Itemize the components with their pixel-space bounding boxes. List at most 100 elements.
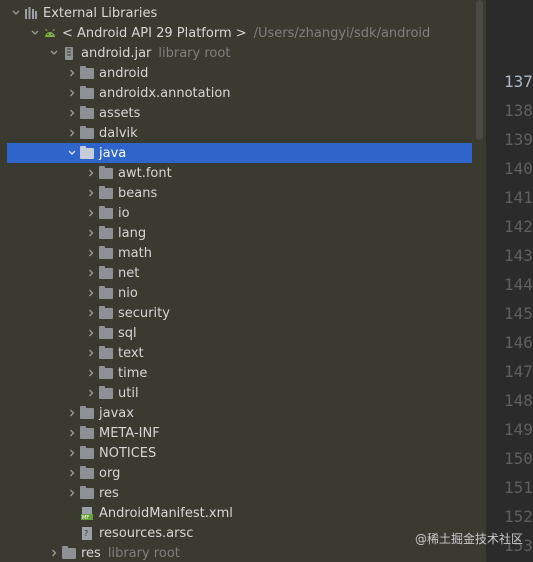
tree-row-label: beans: [118, 185, 158, 201]
line-number: 145: [504, 304, 533, 323]
tree-row-folder-res[interactable]: res: [0, 483, 472, 503]
chevron-right-icon[interactable]: [65, 423, 79, 443]
tree-row-label: res: [99, 485, 119, 501]
chevron-right-icon[interactable]: [65, 403, 79, 423]
tree-row-folder-beans[interactable]: beans: [0, 183, 472, 203]
chevron-right-icon[interactable]: [84, 243, 98, 263]
folder-icon: [98, 365, 114, 381]
line-number: 151: [504, 478, 533, 497]
chevron-right-icon[interactable]: [84, 283, 98, 303]
svg-text:MF: MF: [82, 515, 89, 521]
tree-row-folder-math[interactable]: math: [0, 243, 472, 263]
tree-row-label: NOTICES: [99, 445, 157, 461]
tree-row-folder-java[interactable]: java: [7, 143, 530, 163]
folder-icon: [98, 385, 114, 401]
tree-row-label: android.jar: [81, 45, 152, 61]
chevron-right-icon[interactable]: [65, 123, 79, 143]
chevron-right-icon[interactable]: [65, 443, 79, 463]
tree-row-library-root: library root: [107, 545, 180, 561]
tree-row-android-platform[interactable]: < Android API 29 Platform > /Users/zhang…: [0, 23, 472, 43]
line-number: 147: [504, 362, 533, 381]
folder-icon: [79, 425, 95, 441]
folder-icon: [98, 265, 114, 281]
tree-row-label: assets: [99, 105, 141, 121]
line-number: 152: [504, 507, 533, 526]
chevron-right-icon[interactable]: [47, 543, 61, 562]
tree-row-folder-androidx-annotation[interactable]: androidx.annotation: [0, 83, 472, 103]
chevron-right-icon[interactable]: [84, 203, 98, 223]
tree-row-folder-notices[interactable]: NOTICES: [0, 443, 472, 463]
tree-row-folder-lang[interactable]: lang: [0, 223, 472, 243]
chevron-down-icon[interactable]: [9, 3, 23, 23]
chevron-right-icon[interactable]: [84, 343, 98, 363]
ide-window: External Libraries < Android API 29 Plat…: [0, 0, 533, 562]
folder-icon: [79, 125, 95, 141]
folder-icon: [79, 145, 95, 161]
tree-row-label: android: [99, 65, 149, 81]
tree-row-label: text: [118, 345, 144, 361]
tree-row-label: lang: [118, 225, 147, 241]
tree-row-folder-org[interactable]: org: [0, 463, 472, 483]
tree-row-external-libraries[interactable]: External Libraries: [0, 3, 472, 23]
chevron-right-icon[interactable]: [84, 383, 98, 403]
chevron-right-icon[interactable]: [65, 103, 79, 123]
line-number: 139: [504, 130, 533, 149]
folder-icon: [79, 85, 95, 101]
tree-row-label: META-INF: [99, 425, 160, 441]
tree-row-folder-dalvik[interactable]: dalvik: [0, 123, 472, 143]
folder-icon: [98, 305, 114, 321]
line-number: 146: [504, 333, 533, 352]
chevron-right-icon[interactable]: [84, 303, 98, 323]
tree-row-folder-meta-inf[interactable]: META-INF: [0, 423, 472, 443]
tree-row-folder-assets[interactable]: assets: [0, 103, 472, 123]
tree-row-label: java: [99, 145, 127, 161]
chevron-down-icon[interactable]: [28, 23, 42, 43]
chevron-down-icon[interactable]: [65, 143, 79, 163]
chevron-right-icon[interactable]: [84, 163, 98, 183]
tree-row-folder-io[interactable]: io: [0, 203, 472, 223]
tree-row-folder-text[interactable]: text: [0, 343, 472, 363]
tree-row-label: < Android API 29 Platform >: [62, 25, 247, 41]
tree-row-label: dalvik: [99, 125, 138, 141]
tree-row-file-android-manifest[interactable]: MF AndroidManifest.xml: [0, 503, 472, 523]
tree-row-folder-nio[interactable]: nio: [0, 283, 472, 303]
tree-row-label: math: [118, 245, 152, 261]
tree-row-folder-time[interactable]: time: [0, 363, 472, 383]
tree-row-label: awt.font: [118, 165, 172, 181]
tree-row-label: org: [99, 465, 121, 481]
tree-row-library-root: library root: [158, 45, 231, 61]
chevron-right-icon[interactable]: [84, 263, 98, 283]
chevron-right-icon[interactable]: [65, 483, 79, 503]
chevron-down-icon[interactable]: [47, 43, 61, 63]
tree-row-folder-javax[interactable]: javax: [0, 403, 472, 423]
tree-row-folder-util[interactable]: util: [0, 383, 472, 403]
project-tree-panel: External Libraries < Android API 29 Plat…: [0, 0, 530, 562]
chevron-right-icon[interactable]: [84, 323, 98, 343]
tree-row-folder-awt-font[interactable]: awt.font: [0, 163, 472, 183]
tree-row-folder-net[interactable]: net: [0, 263, 472, 283]
tree-row-folder-sql[interactable]: sql: [0, 323, 472, 343]
folder-icon: [98, 285, 114, 301]
tree-row-folder-security[interactable]: security: [0, 303, 472, 323]
tree-row-label: time: [118, 365, 148, 381]
tree-scrollbar-thumb[interactable]: [476, 0, 483, 140]
tree-row-res-library-root[interactable]: res library root: [0, 543, 472, 562]
chevron-right-icon[interactable]: [65, 463, 79, 483]
chevron-right-icon[interactable]: [84, 183, 98, 203]
chevron-right-icon[interactable]: [84, 223, 98, 243]
chevron-right-icon[interactable]: [65, 63, 79, 83]
folder-icon: [98, 225, 114, 241]
tree-row-folder-android[interactable]: android: [0, 63, 472, 83]
tree-row-label: sql: [118, 325, 137, 341]
libraries-icon: [23, 5, 39, 21]
tree-row-file-resources-arsc[interactable]: ? resources.arsc: [0, 523, 472, 543]
chevron-right-icon[interactable]: [84, 363, 98, 383]
chevron-right-icon[interactable]: [65, 83, 79, 103]
folder-icon: [98, 345, 114, 361]
line-number: 142: [504, 217, 533, 236]
tree-row-android-jar[interactable]: android.jar library root: [0, 43, 472, 63]
line-number: 144: [504, 275, 533, 294]
folder-icon: [79, 405, 95, 421]
tree-row-label: net: [118, 265, 140, 281]
folder-icon: [98, 165, 114, 181]
